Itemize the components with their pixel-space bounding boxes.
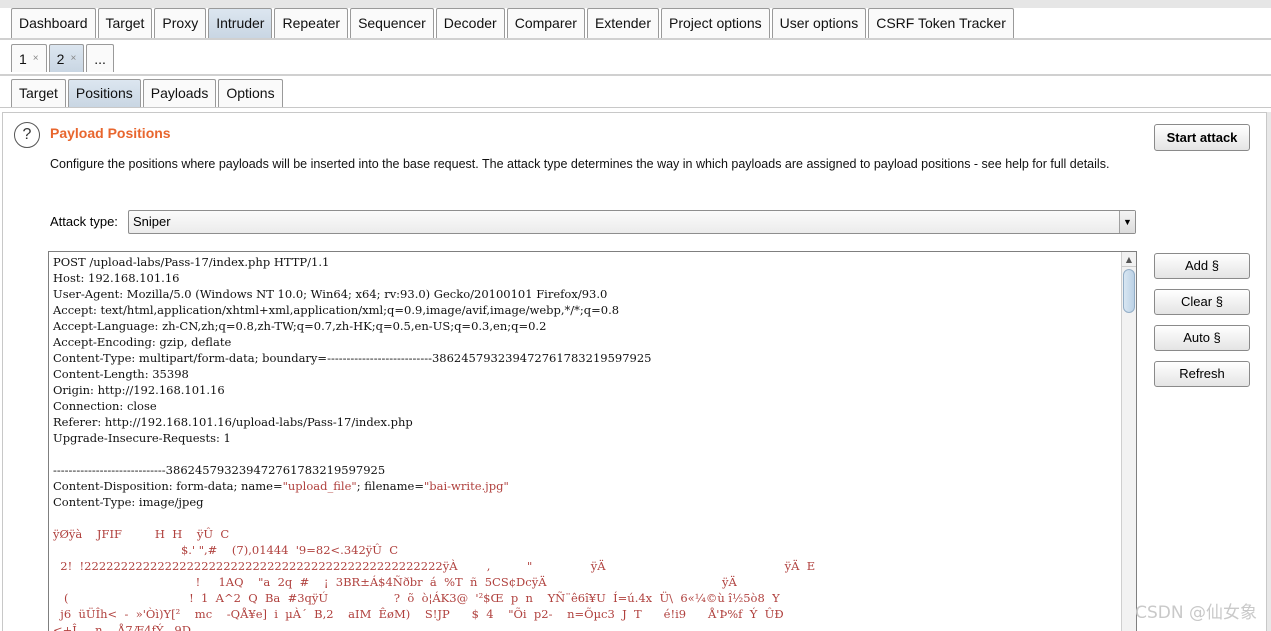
panel-title: Payload Positions — [50, 125, 171, 141]
request-line: Accept-Language: zh-CN,zh;q=0.8,zh-TW;q=… — [53, 319, 547, 333]
close-icon[interactable]: × — [33, 46, 39, 72]
request-line: Content-Type: image/jpeg — [53, 495, 204, 509]
main-tab-bar: Dashboard Target Proxy Intruder Repeater Sequ… — [0, 0, 1271, 40]
request-line: POST /upload-labs/Pass-17/index.php HTTP… — [53, 255, 330, 269]
request-line: Referer: http://192.168.101.16/upload-la… — [53, 415, 413, 429]
binary-line: ÿØÿà JFIF H H ÿÛ C — [53, 527, 230, 541]
chevron-down-icon[interactable]: ▼ — [1119, 211, 1135, 233]
request-line: Content-Type: multipart/form-data; bound… — [53, 351, 652, 365]
scroll-thumb[interactable] — [1123, 269, 1135, 313]
request-line: Content-Length: 35398 — [53, 367, 189, 381]
request-line: Origin: http://192.168.101.16 — [53, 383, 225, 397]
instance-tab-label: 1 — [19, 50, 27, 67]
instance-tab-label: ... — [94, 50, 106, 67]
request-line: -----------------------------38624579323… — [53, 463, 386, 477]
request-line: Connection: close — [53, 399, 157, 413]
request-line: Accept-Encoding: gzip, deflate — [53, 335, 232, 349]
main-tab-intruder[interactable]: Intruder — [208, 8, 273, 38]
instance-tab[interactable]: 1 × — [11, 44, 47, 72]
panel-description: Configure the positions where payloads w… — [50, 157, 1110, 171]
sub-tab-bar: Target Positions Payloads Options — [0, 76, 1271, 108]
instance-tab[interactable]: 2 × — [48, 44, 85, 72]
main-tab-sequencer[interactable]: Sequencer — [350, 8, 434, 38]
refresh-button[interactable]: Refresh — [1154, 361, 1250, 387]
instance-tab[interactable]: ... — [86, 44, 114, 72]
start-attack-button[interactable]: Start attack — [1154, 124, 1250, 151]
watermark: CSDN @仙女象 — [1135, 603, 1257, 623]
auto-marker-button[interactable]: Auto § — [1154, 325, 1250, 351]
binary-line: $.' ",# (7),01444 '9=82<.342ÿÛ C — [53, 543, 399, 557]
request-line — [53, 446, 1120, 462]
main-tab-user-options[interactable]: User options — [771, 8, 867, 38]
request-line: Accept: text/html,application/xhtml+xml,… — [53, 303, 620, 317]
main-tab-project-options[interactable]: Project options — [661, 8, 770, 38]
binary-line: ( ! 1 A^2 Q Ba #3qÿÚ ? õ ò¦ÁK3@ '²$Œ p n… — [53, 591, 780, 605]
window-scrollbar[interactable] — [1267, 112, 1271, 631]
attack-type-select[interactable]: Sniper ▼ — [128, 210, 1136, 234]
binary-line: <+Î n Å7Æ4fÝ 9D — [53, 623, 191, 631]
scroll-up-icon[interactable]: ▲ — [1122, 252, 1136, 267]
main-tab-extender[interactable]: Extender — [586, 8, 659, 38]
request-line: User-Agent: Mozilla/5.0 (Windows NT 10.0… — [53, 287, 608, 301]
sub-tab-positions[interactable]: Positions — [67, 79, 141, 107]
payload-positions-panel: ? Payload Positions Configure the positi… — [2, 112, 1267, 631]
instance-tab-label: 2 — [56, 50, 65, 67]
request-line — [53, 510, 1120, 526]
clear-marker-button[interactable]: Clear § — [1154, 289, 1250, 315]
request-line: Upgrade-Insecure-Requests: 1 — [53, 431, 231, 445]
sub-tab-options[interactable]: Options — [218, 79, 283, 107]
close-icon[interactable]: × — [70, 46, 76, 72]
binary-line: ! 1AQ "a 2q # ¡ 3BR±Á$4Ñðbr á %T ñ 5CS¢D… — [53, 575, 737, 589]
editor-scrollbar[interactable]: ▲ — [1121, 252, 1136, 631]
add-marker-button[interactable]: Add § — [1154, 253, 1250, 279]
help-icon[interactable]: ? — [14, 122, 40, 148]
main-tab-repeater[interactable]: Repeater — [274, 8, 349, 38]
request-line: Content-Disposition: form-data; name="up… — [53, 479, 509, 493]
main-tab-decoder[interactable]: Decoder — [435, 8, 505, 38]
main-tab-csrf-token-tracker[interactable]: CSRF Token Tracker — [868, 8, 1014, 38]
request-text[interactable]: POST /upload-labs/Pass-17/index.php HTTP… — [53, 254, 1120, 631]
request-editor[interactable]: POST /upload-labs/Pass-17/index.php HTTP… — [48, 251, 1137, 631]
binary-line: j6 üÜÎh< - »'Òì)Y[² mc -QÅ¥e] i µÀ´ B,2 … — [53, 607, 784, 621]
main-tab-comparer[interactable]: Comparer — [506, 8, 585, 38]
main-tab-target[interactable]: Target — [97, 8, 153, 38]
sub-tab-payloads[interactable]: Payloads — [142, 79, 217, 107]
request-line: Host: 192.168.101.16 — [53, 271, 180, 285]
main-tab-proxy[interactable]: Proxy — [154, 8, 207, 38]
instance-tab-bar: 1 × 2 ×... — [0, 40, 1271, 76]
attack-type-value: Sniper — [133, 214, 171, 229]
attack-type-label: Attack type: — [50, 214, 118, 229]
sub-tab-target[interactable]: Target — [11, 79, 66, 107]
main-tab-dashboard[interactable]: Dashboard — [11, 8, 96, 38]
binary-line: 2! !222222222222222222222222222222222222… — [53, 559, 816, 573]
